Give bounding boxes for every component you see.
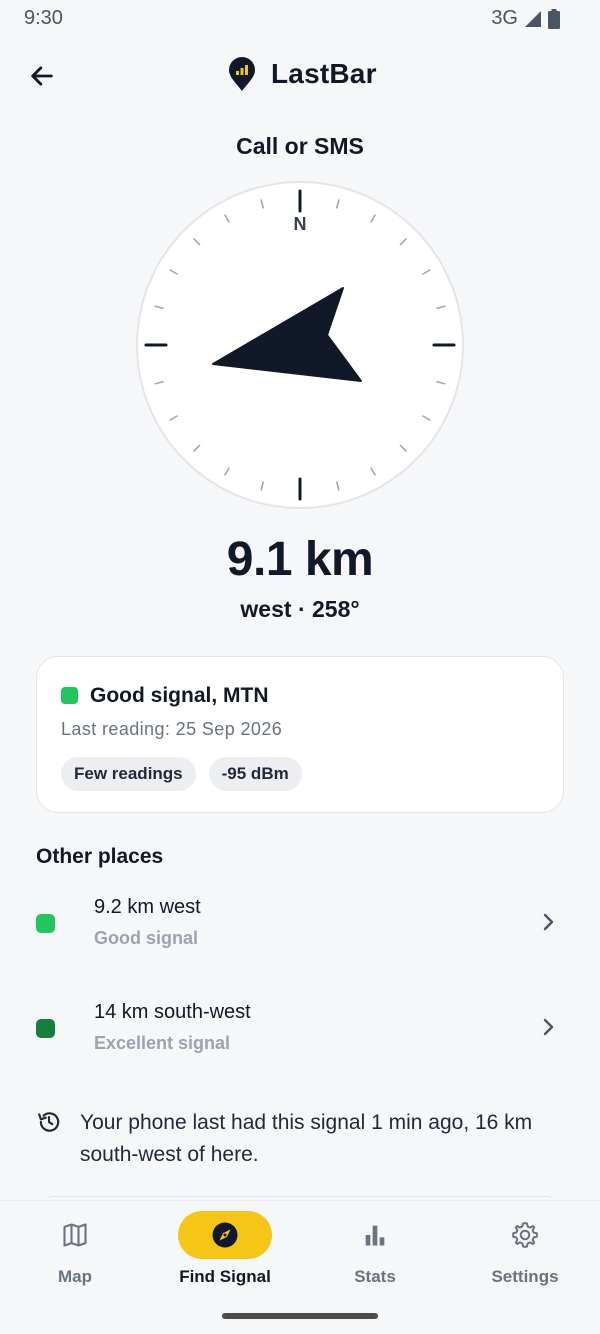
status-indicators: 3G xyxy=(491,7,560,30)
chip-readings: Few readings xyxy=(61,757,196,791)
map-icon xyxy=(63,1223,87,1247)
status-time: 9:30 xyxy=(24,7,63,29)
list-item[interactable]: 14 km south-west Excellent signal xyxy=(0,983,600,1073)
nav-map-icon-wrap xyxy=(28,1211,122,1259)
chevron-right-icon xyxy=(543,913,554,931)
nav-stats-icon-wrap xyxy=(328,1211,422,1259)
home-indicator[interactable] xyxy=(222,1313,378,1319)
nav-find-signal-label: Find Signal xyxy=(179,1267,271,1286)
bar-chart-icon xyxy=(365,1225,385,1246)
signal-chips: Few readings -95 dBm xyxy=(61,757,302,791)
place-subtitle: Good signal xyxy=(94,928,199,948)
distance-value: 9.1 km xyxy=(226,533,374,586)
other-places-heading: Other places xyxy=(36,845,164,868)
place-signal-dot xyxy=(36,1019,55,1038)
back-button[interactable] xyxy=(22,56,62,96)
app-bar: LastBar xyxy=(0,44,600,108)
nav-stats-label: Stats xyxy=(354,1267,396,1286)
arrow-left-icon xyxy=(31,66,53,86)
nav-settings[interactable]: Settings xyxy=(450,1211,600,1301)
nav-stats[interactable]: Stats xyxy=(300,1211,450,1301)
signal-title: Good signal, MTN xyxy=(90,684,269,707)
compass-icon xyxy=(212,1222,238,1248)
last-reading: Last reading: 25 Sep 2026 xyxy=(61,719,283,739)
app-brand: LastBar xyxy=(227,56,377,92)
logo-pin-icon xyxy=(229,57,255,91)
app-title: LastBar xyxy=(271,58,377,89)
nav-find-signal[interactable]: Find Signal xyxy=(150,1211,300,1301)
gear-icon xyxy=(512,1222,538,1248)
history-icon xyxy=(38,1112,60,1132)
mode-title: Call or SMS xyxy=(236,133,364,159)
place-signal-dot xyxy=(36,914,55,933)
signal-card[interactable]: Good signal, MTN Last reading: 25 Sep 20… xyxy=(36,656,564,813)
chip-dbm: -95 dBm xyxy=(208,757,302,791)
nav-settings-label: Settings xyxy=(491,1267,559,1286)
compass-north-label: N xyxy=(294,214,307,234)
status-bar: 9:30 3G xyxy=(0,0,600,36)
history-text: Your phone last had this signal 1 min ag… xyxy=(80,1111,533,1166)
nav-map-label: Map xyxy=(58,1267,92,1286)
chevron-right-icon xyxy=(543,1018,554,1036)
nav-find-signal-icon-wrap xyxy=(178,1211,272,1259)
signal-status-dot xyxy=(61,687,78,704)
list-item[interactable]: 9.2 km west Good signal xyxy=(0,878,600,968)
battery-icon xyxy=(548,8,560,29)
nav-settings-icon-wrap xyxy=(478,1211,572,1259)
place-subtitle: Excellent signal xyxy=(94,1033,231,1053)
direction-value: west · 258° xyxy=(240,596,360,622)
network-type: 3G xyxy=(491,7,518,29)
compass-dial: N xyxy=(136,181,464,509)
cell-signal-icon xyxy=(525,10,541,27)
nav-map[interactable]: Map xyxy=(0,1211,150,1301)
place-title: 14 km south-west xyxy=(94,1001,251,1023)
place-title: 9.2 km west xyxy=(94,896,201,918)
